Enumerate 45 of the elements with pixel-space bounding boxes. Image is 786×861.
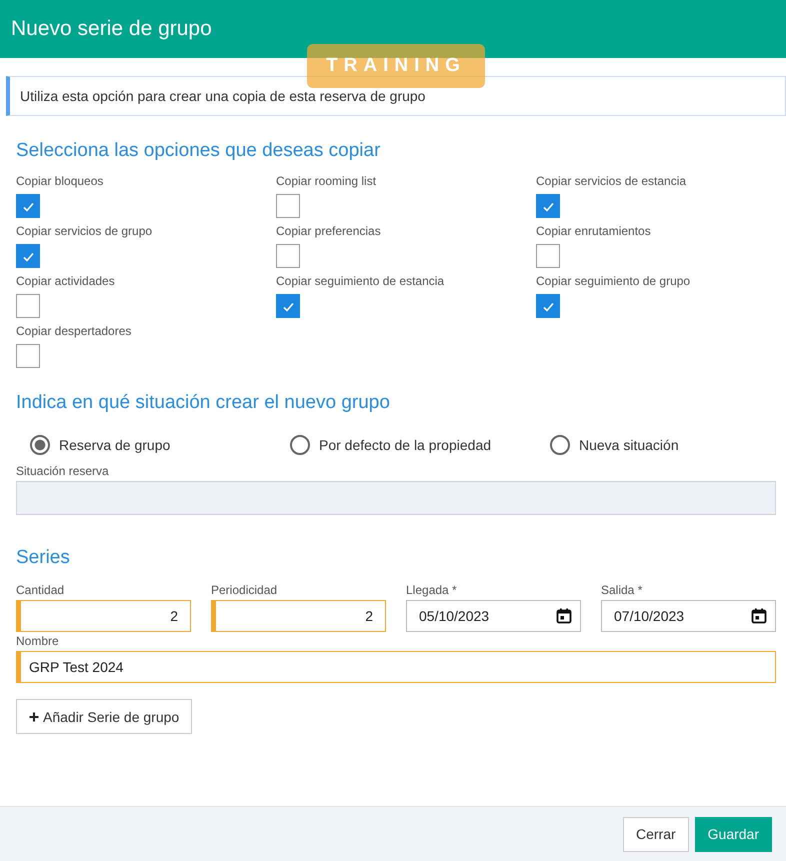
checkbox[interactable] [276,294,300,318]
environment-badge: TRAINING [307,44,485,88]
add-series-button[interactable]: Añadir Serie de grupo [16,699,192,734]
radio-option[interactable]: Por defecto de la propiedad [290,434,492,456]
checkbox-label: Copiar actividades [16,274,115,288]
checkbox-label: Copiar enrutamientos [536,224,651,238]
checkbox[interactable] [16,294,40,318]
checkbox-label: Copiar preferencias [276,224,381,238]
section-title: Indica en qué situación crear el nuevo grupo [16,392,391,414]
checkbox-label: Copiar seguimiento de grupo [536,274,690,288]
field-label: Nombre [16,634,60,648]
checkbox-label: Copiar seguimiento de estancia [276,274,444,288]
date-field[interactable]: 07/10/2023 [601,600,776,632]
checkbox[interactable] [16,344,40,368]
section-title: Series [16,547,71,569]
section-title: Selecciona las opciones que deseas copiar [16,140,382,162]
checkbox[interactable] [536,294,560,318]
checkbox[interactable] [276,244,300,268]
checkbox[interactable] [536,194,560,218]
dialog-title: Nuevo serie de grupo [11,17,212,41]
field-label: Situación reserva [16,464,110,478]
radio-option[interactable]: Reserva de grupo [30,434,170,456]
checkbox[interactable] [276,194,300,218]
checkbox-label: Copiar servicios de grupo [16,224,152,238]
checkbox-label: Copiar servicios de estancia [536,174,686,188]
number-field[interactable]: 2 [211,600,386,632]
checkbox-label: Copiar despertadores [16,324,132,338]
radio-option[interactable]: Nueva situación [550,434,679,456]
checkbox[interactable] [16,244,40,268]
plus-icon [29,712,39,722]
checkbox[interactable] [16,194,40,218]
field-label: Salida * [601,583,644,597]
checkbox-label: Copiar bloqueos [16,174,104,188]
text-field[interactable]: GRP Test 2024 [16,651,776,683]
checkbox[interactable] [536,244,560,268]
calendar-icon [556,608,572,624]
field-label: Llegada * [406,583,458,597]
close-button[interactable]: Cerrar [622,816,689,852]
calendar-icon [751,608,767,624]
field-label: Cantidad [16,583,66,597]
checkbox-label: Copiar rooming list [276,174,376,188]
field-label: Periodicidad [211,583,278,597]
date-field[interactable]: 05/10/2023 [406,600,581,632]
number-field[interactable]: 2 [16,600,191,632]
info-message: Utiliza esta opción para crear una copia de esta reserva de grupo [6,76,786,116]
